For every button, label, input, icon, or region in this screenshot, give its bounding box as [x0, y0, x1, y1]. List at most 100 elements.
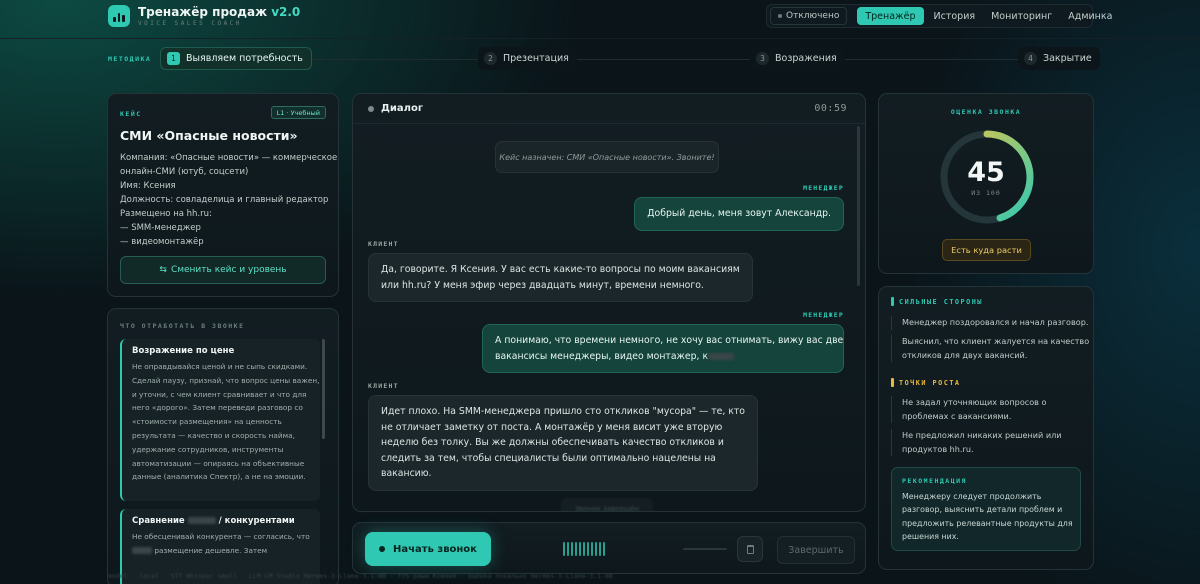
recommendation-box: РЕКОМЕНДАЦИЯ Менеджеру следует продолжит… — [891, 467, 1081, 551]
strength-item: Выяснил, что клиент жалуется на качество… — [891, 335, 1089, 362]
growth-caption: ТОЧКИ РОСТА — [899, 378, 961, 387]
record-dot-icon — [379, 546, 386, 552]
step-needs[interactable]: 1 Выявляем потребность — [160, 47, 312, 70]
tip-text: Не обесценивай конкурента — согласись, ч… — [132, 532, 310, 555]
recommendation-line: разговор, выяснить детали проблем и — [902, 505, 1063, 515]
message-bubble-manager: А понимаю, что времени немного, не хочу … — [482, 324, 844, 373]
growth-header: ТОЧКИ РОСТА — [891, 378, 961, 387]
tip-title: Сравнение / конкурентами — [132, 516, 295, 526]
switch-case-button[interactable]: ⇆ Сменить кейс и уровень — [120, 256, 326, 284]
tips-scrollbar[interactable] — [322, 339, 325, 439]
strengths-header: СИЛЬНЫЕ СТОРОНЫ — [891, 297, 983, 306]
score-panel: ОЦЕНКА ЗВОНКА 45 ИЗ 100 Есть куда расти — [878, 93, 1094, 274]
tip-title: Возражение по цене — [132, 346, 235, 356]
start-call-button[interactable]: Начать звонок — [365, 532, 491, 566]
strength-item: Менеджер поздоровался и начал разговор. — [891, 316, 1088, 330]
step-number: 2 — [484, 52, 497, 65]
step-objections[interactable]: 3 Возражения — [750, 47, 845, 70]
connection-status-label: Отключено — [786, 11, 840, 21]
dialog-panel: Диалог 00:59 Кейс назначен: СМИ «Опасные… — [352, 93, 866, 512]
recommendation-line: предложить релевантные продукты для — [902, 518, 1073, 528]
mic-level-meter — [683, 548, 727, 550]
step-label: Возражения — [775, 53, 837, 64]
growth-item: Не задал уточняющих вопросов о проблемах… — [891, 396, 1083, 423]
tip-card-price: Возражение по цене Не оправдывайся ценой… — [120, 339, 320, 501]
connection-status: Отключено — [770, 7, 848, 25]
case-line: Имя: Ксения — [120, 181, 176, 191]
dialog-scrollbar[interactable] — [857, 126, 860, 286]
nav-history[interactable]: История — [928, 7, 982, 25]
case-line: Должность: совладелица и главный редакто… — [120, 195, 329, 205]
nav-monitoring[interactable]: Мониторинг — [985, 7, 1058, 25]
steps-track — [296, 59, 1020, 60]
step-presentation[interactable]: 2 Презентация — [478, 47, 577, 70]
growth-marker-icon — [891, 378, 894, 387]
step-number: 3 — [756, 52, 769, 65]
message-role-client: КЛИЕНТ — [368, 240, 399, 248]
call-timer: 00:59 — [814, 103, 847, 114]
case-line: Размещено на hh.ru: — [120, 209, 212, 219]
case-line: онлайн-СМИ (ютуб, соцсети) — [120, 167, 249, 177]
nav-trainer[interactable]: Тренажёр — [857, 7, 924, 25]
switch-case-label: Сменить кейс и уровень — [170, 265, 287, 275]
case-line: — SMM-менеджер — [120, 223, 201, 233]
message-bubble-client: Да, говорите. Я Ксения. У вас есть какие… — [368, 253, 753, 302]
score-max: ИЗ 100 — [971, 189, 1001, 197]
step-label: Закрытие — [1043, 53, 1092, 64]
dialog-header: Диалог 00:59 — [353, 94, 865, 124]
app-title: Тренажёр продаж v2.0 — [138, 5, 301, 19]
top-nav: Отключено Тренажёр История Мониторинг Ад… — [766, 4, 1112, 28]
step-number: 1 — [167, 52, 180, 65]
tip-text: Не оправдывайся ценой и не сыпь скидками… — [132, 362, 320, 482]
strengths-caption: СИЛЬНЫЕ СТОРОНЫ — [899, 297, 983, 306]
call-state-dot-icon — [368, 106, 374, 112]
case-panel: КЕЙС L1 · Учебный СМИ «Опасные новости» … — [107, 93, 339, 297]
start-call-label: Начать звонок — [393, 543, 477, 555]
case-line: Компания: «Опасные новости» — коммерческ… — [120, 153, 338, 163]
clear-dialog-button[interactable] — [737, 536, 763, 562]
case-line: — видеомонтажёр — [120, 237, 204, 247]
growth-item: Не предложил никаких решений или продукт… — [891, 429, 1083, 456]
recommendation-caption: РЕКОМЕНДАЦИЯ — [902, 477, 967, 485]
message-bubble-manager: Добрый день, меня зовут Александр. — [634, 197, 844, 231]
tips-panel[interactable]: ЧТО ОТРАБОТАТЬ В ЗВОНКЕ Возражение по це… — [107, 308, 339, 584]
header-divider — [0, 38, 1200, 39]
swap-icon: ⇆ — [159, 265, 167, 275]
call-controls: Начать звонок Завершить — [352, 522, 866, 574]
message-role-manager: МЕНЕДЖЕР — [803, 311, 844, 319]
redacted-text — [187, 517, 216, 524]
app-subtitle: VOICE SALES COACH — [138, 20, 242, 27]
finish-call-button[interactable]: Завершить — [777, 536, 855, 564]
case-title: СМИ «Опасные новости» — [120, 128, 298, 143]
status-dot-icon — [778, 14, 782, 18]
step-label: Презентация — [503, 53, 569, 64]
message-bubble-client: Идет плохо. На SMM-менеджера пришло сто … — [368, 395, 758, 491]
step-closing[interactable]: 4 Закрытие — [1018, 47, 1100, 70]
score-caption: ОЦЕНКА ЗВОНКА — [950, 108, 1022, 116]
score-value: 45 — [967, 157, 1005, 188]
app-logo-icon — [108, 5, 130, 27]
nav-admin[interactable]: Админка — [1062, 7, 1118, 25]
step-label: Выявляем потребность — [186, 53, 303, 64]
redacted-text — [708, 352, 735, 360]
analysis-panel: СИЛЬНЫЕ СТОРОНЫ Менеджер поздоровался и … — [878, 286, 1094, 570]
strengths-marker-icon — [891, 297, 894, 306]
redacted-text — [132, 547, 152, 555]
step-number: 4 — [1024, 52, 1037, 65]
steps-label: МЕТОДИКА — [108, 55, 152, 63]
case-caption: КЕЙС — [120, 110, 142, 118]
message-role-manager: МЕНЕДЖЕР — [803, 184, 844, 192]
system-message: Кейс назначен: СМИ «Опасные новости». Зв… — [495, 141, 719, 173]
case-details: Компания: «Опасные новости» — коммерческ… — [120, 151, 338, 249]
tips-caption: ЧТО ОТРАБОТАТЬ В ЗВОНКЕ — [120, 322, 245, 330]
message-role-client: КЛИЕНТ — [368, 382, 399, 390]
call-ended-chip: Звонок завершён — [561, 498, 653, 511]
audio-waveform-icon — [563, 541, 605, 557]
footer-model-info: model · local · STT Whisper small · LLM … — [108, 572, 613, 580]
recommendation-line: решения них. — [902, 531, 959, 541]
trash-icon — [746, 544, 754, 554]
score-verdict-badge: Есть куда расти — [942, 239, 1031, 261]
level-badge: L1 · Учебный — [270, 106, 326, 119]
dialog-title: Диалог — [381, 103, 424, 114]
recommendation-line: Менеджеру следует продолжить — [902, 492, 1042, 501]
